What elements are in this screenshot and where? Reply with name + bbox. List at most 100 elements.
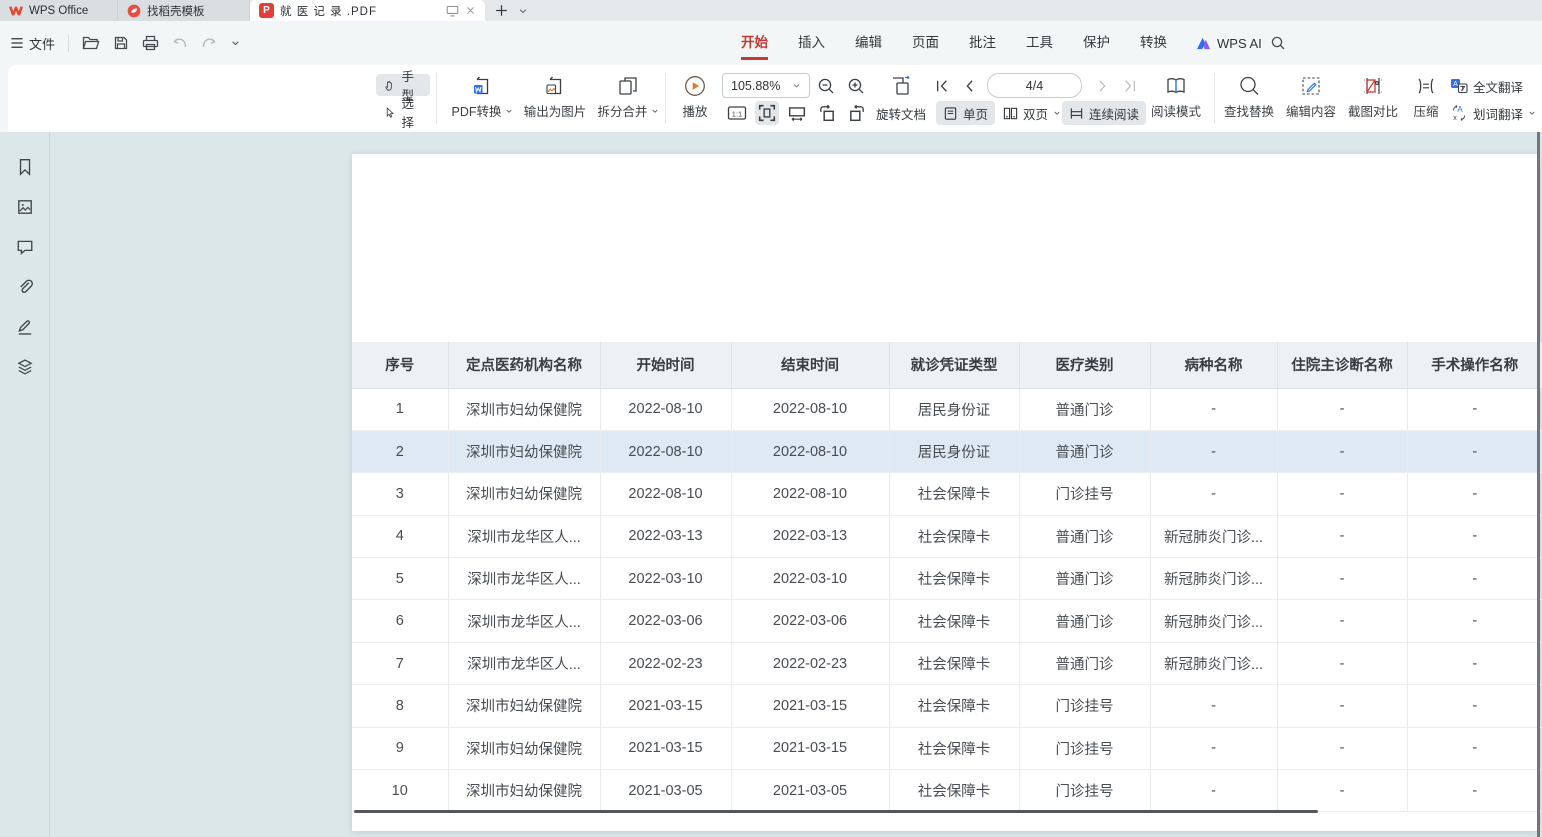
table-cell: 7 [352, 642, 448, 684]
column-header: 开始时间 [600, 342, 731, 388]
table-row: 10深圳市妇幼保健院2021-03-052021-03-05社会保障卡门诊挂号-… [352, 770, 1542, 812]
table-cell: 社会保障卡 [889, 473, 1019, 515]
last-page-button[interactable] [1118, 74, 1142, 98]
pdf-convert-button[interactable]: PDF转换 [444, 72, 520, 125]
zoom-in-button[interactable] [844, 74, 868, 98]
fit-width-button[interactable] [785, 101, 809, 125]
table-cell: 2022-08-10 [731, 388, 889, 430]
play-label: 播放 [682, 101, 707, 120]
zoom-out-button[interactable] [814, 74, 838, 98]
wps-ai-button[interactable]: WPS AI [1196, 21, 1262, 65]
last-page-icon [1123, 79, 1137, 93]
signature-icon[interactable] [16, 318, 34, 336]
close-icon[interactable] [465, 5, 476, 16]
compress-label: 压缩 [1413, 101, 1438, 120]
open-folder-icon[interactable] [82, 35, 100, 51]
fit-page-button[interactable] [755, 101, 779, 125]
split-merge-button[interactable]: 拆分合并 [590, 72, 666, 125]
zoom-in-icon [847, 77, 865, 95]
full-translate-label: 全文翻译 [1473, 77, 1523, 96]
zoom-level-select[interactable]: 105.88% [722, 73, 810, 98]
tab-list-chevron-icon[interactable] [518, 6, 528, 16]
thumbnail-icon[interactable] [16, 198, 34, 216]
table-cell: 居民身份证 [889, 430, 1019, 472]
table-cell: 普通门诊 [1019, 430, 1150, 472]
menu-item-annotate[interactable]: 批注 [969, 21, 996, 65]
chevron-down-icon[interactable] [230, 38, 241, 48]
tab-wps-office[interactable]: WPS Office [0, 0, 118, 21]
table-cell: 8 [352, 685, 448, 727]
redo-icon[interactable] [201, 36, 217, 50]
read-mode-button[interactable]: 阅读模式 [1144, 72, 1208, 125]
menu-item-start[interactable]: 开始 [741, 21, 768, 65]
menu-item-edit[interactable]: 编辑 [855, 21, 882, 65]
wps-logo-icon [9, 5, 23, 17]
export-image-button[interactable]: 输出为图片 [517, 72, 593, 125]
global-search-button[interactable] [1270, 21, 1286, 65]
comment-icon[interactable] [16, 238, 34, 256]
first-page-button[interactable] [930, 74, 954, 98]
pdf-convert-label: PDF转换 [451, 101, 501, 120]
vertical-scrollbar[interactable] [1537, 132, 1540, 837]
table-cell: 2022-08-10 [600, 473, 731, 515]
monitor-icon[interactable] [446, 5, 459, 17]
table-cell: 社会保障卡 [889, 515, 1019, 557]
tab-label: 就 医 记 录 .PDF [280, 3, 377, 19]
attachment-icon[interactable] [16, 278, 34, 296]
next-page-button[interactable] [1090, 74, 1114, 98]
pdf-file-icon: P [259, 3, 274, 18]
single-page-button[interactable]: 单页 [936, 101, 995, 125]
compress-button[interactable]: 压缩 [1404, 72, 1448, 125]
print-icon[interactable] [142, 35, 159, 51]
table-row: 8深圳市妇幼保健院2021-03-152021-03-15社会保障卡门诊挂号--… [352, 685, 1542, 727]
screenshot-compare-button[interactable]: 截图对比 [1342, 72, 1404, 125]
new-tab-plus-icon[interactable] [495, 4, 508, 17]
select-tool-label: 选择 [401, 93, 422, 131]
menu-item-convert[interactable]: 转换 [1140, 21, 1167, 65]
rotate-right-button[interactable] [845, 101, 869, 125]
table-cell: - [1407, 600, 1542, 642]
full-translate-button[interactable]: A 全文翻译 [1450, 75, 1523, 97]
continuous-read-button[interactable]: 连续阅读 [1062, 101, 1146, 125]
table-cell: 深圳市妇幼保健院 [448, 473, 600, 515]
save-icon[interactable] [113, 35, 129, 51]
table-cell: - [1277, 600, 1407, 642]
prev-page-button[interactable] [958, 74, 982, 98]
find-replace-button[interactable]: 查找替换 [1218, 72, 1280, 125]
select-tool-button[interactable]: 选择 [376, 101, 430, 123]
table-cell: 2021-03-15 [731, 727, 889, 769]
fit-page-icon [758, 104, 776, 122]
table-cell: 2022-08-10 [731, 430, 889, 472]
rotate-left-button[interactable] [815, 101, 839, 125]
table-cell: 社会保障卡 [889, 642, 1019, 684]
zoom-out-icon [817, 77, 835, 95]
word-translate-button[interactable]: A x 划词翻译 [1450, 102, 1536, 124]
file-menu-button[interactable]: 文件 [10, 34, 55, 53]
undo-icon[interactable] [172, 36, 188, 50]
edit-content-label: 编辑内容 [1286, 101, 1336, 120]
double-page-button[interactable]: 双页 [996, 101, 1068, 125]
table-cell: 普通门诊 [1019, 388, 1150, 430]
actual-size-button[interactable]: 1:1 [725, 101, 749, 125]
table-cell: 新冠肺炎门诊... [1150, 642, 1277, 684]
rotate-right-icon [848, 104, 866, 122]
menu-item-protect[interactable]: 保护 [1083, 21, 1110, 65]
table-cell: 2022-02-23 [731, 642, 889, 684]
tab-docer[interactable]: 找稻壳模板 [118, 0, 250, 21]
edit-content-button[interactable]: 编辑内容 [1280, 72, 1342, 125]
table-row: 2深圳市妇幼保健院2022-08-102022-08-10居民身份证普通门诊--… [352, 430, 1542, 472]
layers-icon[interactable] [16, 358, 34, 376]
tab-document[interactable]: P 就 医 记 录 .PDF [250, 0, 485, 21]
menu-item-page[interactable]: 页面 [912, 21, 939, 65]
page-indicator-input[interactable]: 4/4 [987, 73, 1082, 98]
play-button[interactable]: 播放 [672, 72, 718, 125]
rotate-doc-button[interactable]: 旋转文档 [876, 101, 926, 125]
swap-pages-button[interactable] [886, 74, 916, 98]
table-cell: 居民身份证 [889, 388, 1019, 430]
bookmark-icon[interactable] [16, 158, 34, 176]
column-header: 病种名称 [1150, 342, 1277, 388]
rotate-left-icon [818, 104, 836, 122]
menu-item-tools[interactable]: 工具 [1026, 21, 1053, 65]
menu-item-insert[interactable]: 插入 [798, 21, 825, 65]
word-translate-label: 划词翻译 [1473, 104, 1523, 123]
